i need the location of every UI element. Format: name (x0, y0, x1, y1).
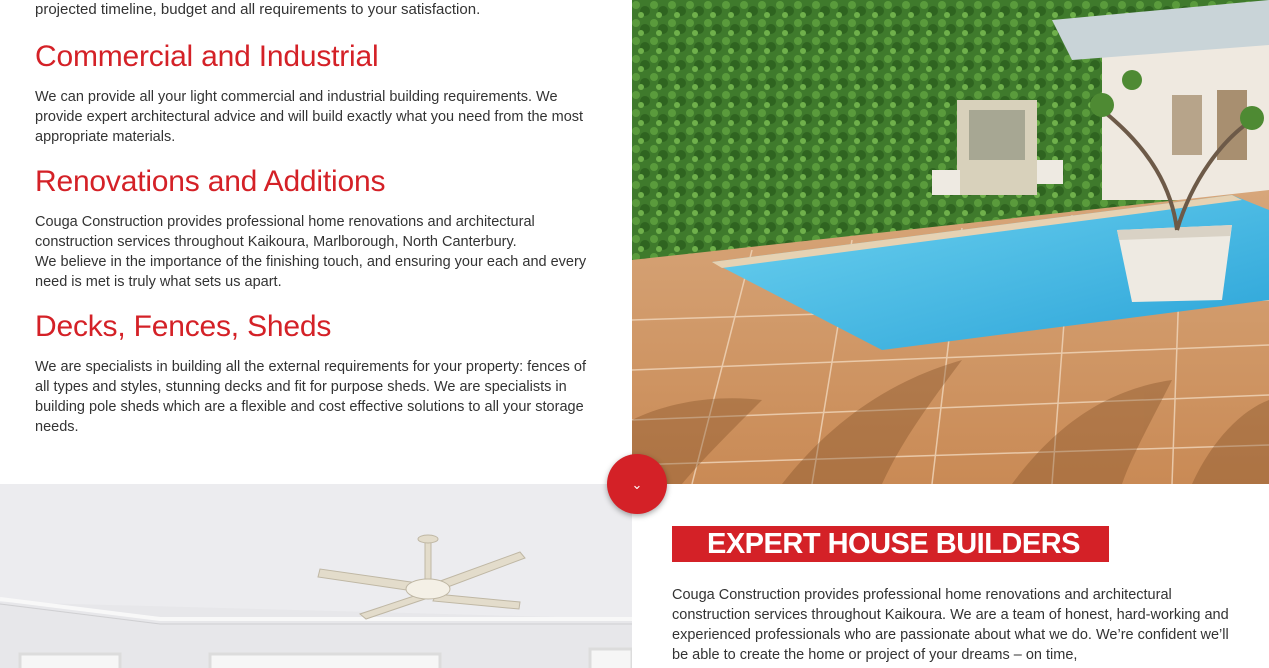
service-description-extra: We believe in the importance of the fini… (35, 254, 587, 290)
service-commercial-industrial: Commercial and Industrial We can provide… (35, 40, 595, 147)
service-renovations-additions: Renovations and Additions Couga Construc… (35, 165, 595, 292)
scroll-down-button[interactable]: ⌄ (607, 454, 667, 514)
intro-paragraph-tail: projected timeline, budget and all requi… (35, 1, 481, 18)
chevron-down-icon: ⌄ (631, 477, 643, 493)
expert-description: Couga Construction provides professional… (672, 587, 1229, 663)
service-description: Couga Construction provides professional… (35, 214, 535, 250)
service-description: We can provide all your light commercial… (35, 89, 584, 145)
expert-heading: EXPERT HOUSE BUILDERS (672, 526, 1109, 562)
page: projected timeline, budget and all requi… (0, 0, 1269, 668)
expert-section: EXPERT HOUSE BUILDERS Couga Construction… (672, 526, 1242, 665)
service-heading: Renovations and Additions (35, 165, 386, 198)
interior-photo (0, 484, 632, 668)
service-description: We are specialists in building all the e… (35, 359, 587, 435)
service-heading: Commercial and Industrial (35, 40, 379, 73)
pool-photo (632, 0, 1269, 484)
service-decks-fences-sheds: Decks, Fences, Sheds We are specialists … (35, 310, 595, 437)
service-heading: Decks, Fences, Sheds (35, 310, 332, 343)
